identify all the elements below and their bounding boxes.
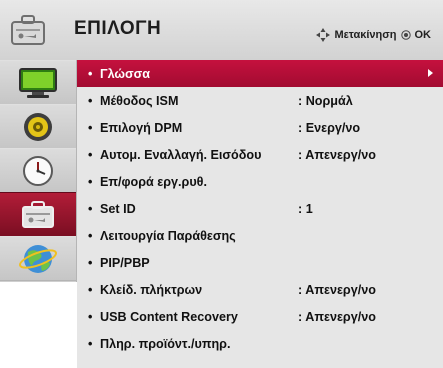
bullet: • — [88, 174, 93, 189]
menu-item-label: USB Content Recovery — [100, 309, 238, 324]
toolbox-icon — [11, 15, 45, 45]
tv-screen-icon — [19, 67, 57, 98]
page-title: ΕΠΙΛΟΓΗ — [74, 18, 162, 39]
speaker-icon — [24, 112, 52, 141]
menu-item-dpm-select[interactable]: • Επιλογή DPM : Ενεργ/νο — [77, 114, 443, 141]
menu-item-tile-mode[interactable]: • Λειτουργία Παράθεσης — [77, 222, 443, 249]
bullet: • — [88, 93, 93, 108]
toolbox-icon — [22, 200, 54, 228]
bullet: • — [88, 336, 93, 351]
osd-menu: ΕΠΙΛΟΓΗ Μετακίνηση OK • Γλώσσα • Μέθοδος… — [0, 0, 443, 368]
menu-item-pip-pbp[interactable]: • PIP/PBP — [77, 249, 443, 276]
menu-item-label: Αυτομ. Εναλλαγή. Εισόδου — [100, 147, 262, 162]
menu-item-value: : Ενεργ/νο — [298, 120, 361, 135]
ok-hint-label: OK — [414, 29, 432, 41]
menu-item-value: : Απενεργ/νο — [298, 282, 376, 297]
navigation-hint: Μετακίνηση OK — [316, 28, 431, 42]
bullet: • — [88, 66, 93, 81]
category-sidebar — [0, 60, 77, 282]
sidebar-item-network[interactable] — [0, 236, 76, 281]
menu-item-set-id[interactable]: • Set ID : 1 — [77, 195, 443, 222]
menu-item-label: PIP/PBP — [100, 255, 150, 270]
menu-item-label: Επ/φορά εργ.ρυθ. — [100, 174, 207, 189]
menu-item-label: Κλείδ. πλήκτρων — [100, 282, 203, 297]
bullet: • — [88, 228, 93, 243]
sidebar-item-audio[interactable] — [0, 104, 76, 149]
menu-item-value: : Απενεργ/νο — [298, 309, 376, 324]
sidebar-item-time[interactable] — [0, 148, 76, 193]
menu-item-key-lock[interactable]: • Κλείδ. πλήκτρων : Απενεργ/νο — [77, 276, 443, 303]
ok-button-icon — [400, 30, 411, 40]
sidebar-item-option[interactable] — [0, 192, 76, 237]
menu-item-label: Set ID — [100, 201, 136, 216]
bullet: • — [88, 309, 93, 324]
menu-item-label: Λειτουργία Παράθεσης — [100, 228, 236, 243]
menu-item-value: : Απενεργ/νο — [298, 147, 376, 162]
bullet: • — [88, 282, 93, 297]
menu-item-usb-content-recovery[interactable]: • USB Content Recovery : Απενεργ/νο — [77, 303, 443, 330]
menu-item-label: Μέθοδος ISM — [100, 93, 179, 108]
bullet: • — [88, 147, 93, 162]
chevron-right-icon — [428, 69, 433, 77]
move-hint-label: Μετακίνηση — [334, 29, 397, 41]
menu-item-auto-input-switch[interactable]: • Αυτομ. Εναλλαγή. Εισόδου : Απενεργ/νο — [77, 141, 443, 168]
menu-item-label: Πληρ. προϊόντ./υπηρ. — [100, 336, 231, 351]
navigation-arrows-icon — [316, 28, 331, 42]
menu-item-label: Επιλογή DPM — [100, 120, 183, 135]
bullet: • — [88, 120, 93, 135]
menu-item-ism-method[interactable]: • Μέθοδος ISM : Νορμάλ — [77, 87, 443, 114]
menu-item-value: : Νορμάλ — [298, 93, 353, 108]
menu-item-label: Γλώσσα — [100, 66, 151, 81]
menu-item-value: : 1 — [298, 201, 313, 216]
globe-icon — [19, 244, 57, 273]
menu-item-language[interactable]: • Γλώσσα — [77, 60, 443, 87]
clock-icon — [23, 155, 53, 186]
menu-item-product-info[interactable]: • Πληρ. προϊόντ./υπηρ. — [77, 330, 443, 357]
menu-header: ΕΠΙΛΟΓΗ Μετακίνηση OK — [0, 0, 443, 61]
sidebar-item-picture[interactable] — [0, 60, 76, 105]
menu-item-factory-reset[interactable]: • Επ/φορά εργ.ρυθ. — [77, 168, 443, 195]
bullet: • — [88, 255, 93, 270]
bullet: • — [88, 201, 93, 216]
option-menu-list: • Γλώσσα • Μέθοδος ISM : Νορμάλ • Επιλογ… — [77, 60, 443, 368]
